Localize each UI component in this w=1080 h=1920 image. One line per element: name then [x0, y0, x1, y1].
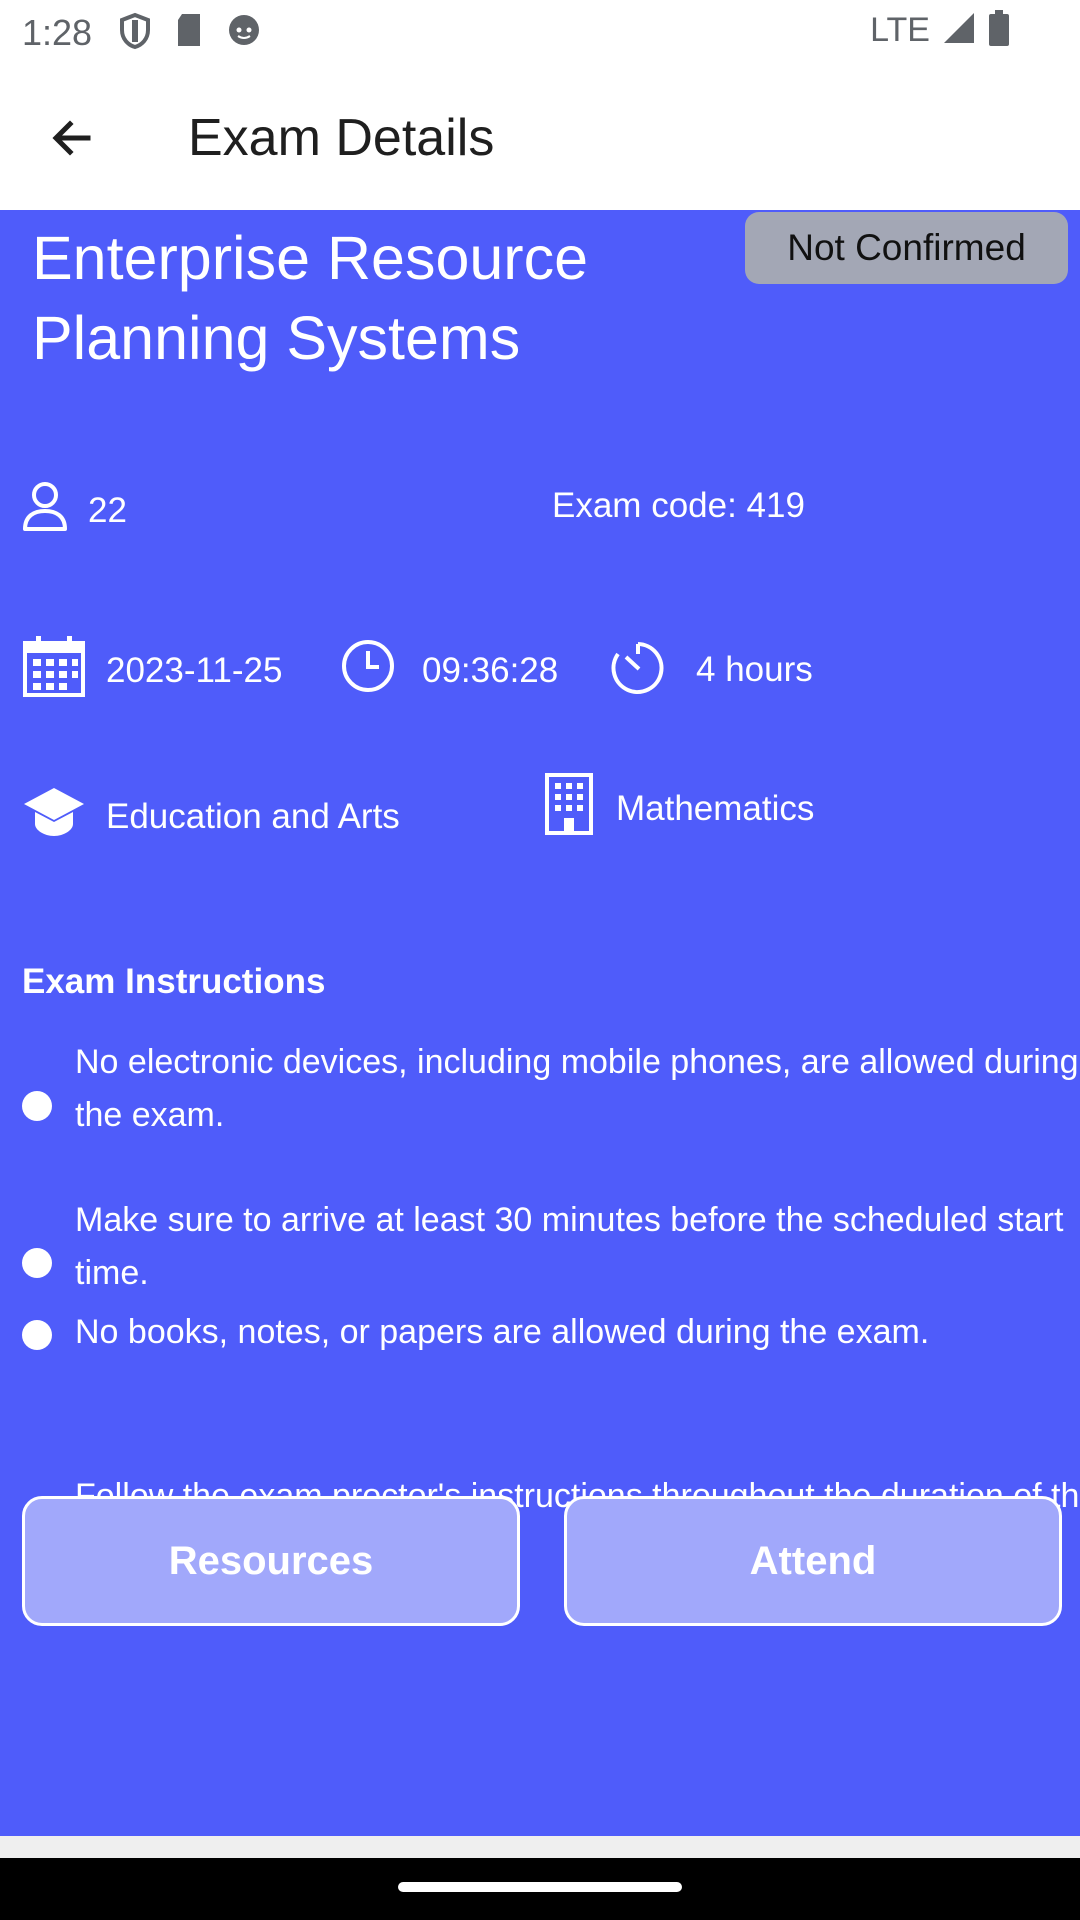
- students-count: 22: [88, 490, 127, 530]
- status-bar: 1:28 LTE: [0, 0, 1080, 64]
- android-face-icon: [226, 12, 262, 55]
- resources-button[interactable]: Resources: [22, 1496, 520, 1626]
- status-time: 1:28: [22, 12, 93, 53]
- instruction-text: No electronic devices, including mobile …: [75, 1043, 1079, 1134]
- department-name: Mathematics: [616, 788, 815, 828]
- bullet-icon: [22, 1320, 52, 1350]
- network-type: LTE: [870, 11, 930, 49]
- status-icons-left: [118, 12, 262, 55]
- instruction-text: Make sure to arrive at least 30 minutes …: [75, 1201, 1064, 1292]
- signal-icon: [942, 11, 976, 50]
- time-info: 09:36:28: [340, 638, 558, 703]
- exam-code: Exam code: 419: [552, 486, 805, 526]
- arrow-back-icon: [48, 114, 96, 167]
- page-title: Exam Details: [188, 109, 495, 167]
- exam-code-text: Exam code: 419: [552, 486, 805, 525]
- status-icons-right: LTE: [870, 10, 1010, 51]
- app-bar: Exam Details: [0, 64, 1080, 210]
- attend-button[interactable]: Attend: [564, 1496, 1062, 1626]
- bullet-icon: [22, 1248, 52, 1278]
- bullet-icon: [22, 1091, 52, 1121]
- instruction-text: No books, notes, or papers are allowed d…: [75, 1313, 930, 1351]
- graduation-cap-icon: [22, 784, 86, 849]
- exam-duration: 4 hours: [696, 649, 813, 689]
- duration-info: 4 hours: [610, 636, 813, 703]
- instructions-heading: Exam Instructions: [22, 962, 326, 1001]
- home-indicator[interactable]: [398, 1882, 682, 1892]
- battery-icon: [988, 10, 1010, 51]
- date-info: 2023-11-25: [22, 634, 282, 707]
- students-info: 22: [22, 480, 127, 541]
- faculty-name: Education and Arts: [106, 796, 400, 836]
- shield-icon: [118, 12, 152, 55]
- sd-card-icon: [174, 12, 204, 55]
- department-info: Mathematics: [544, 772, 814, 845]
- back-button[interactable]: [34, 102, 110, 178]
- exam-date: 2023-11-25: [106, 650, 283, 690]
- timer-icon: [610, 636, 666, 703]
- faculty-info: Education and Arts: [22, 784, 400, 849]
- exam-time: 09:36:28: [422, 650, 559, 690]
- bottom-strip: [0, 1836, 1080, 1858]
- navigation-bar: [0, 1858, 1080, 1920]
- building-icon: [544, 772, 594, 845]
- calendar-icon: [22, 634, 86, 707]
- clock-icon: [340, 638, 396, 703]
- status-badge: Not Confirmed: [745, 212, 1068, 284]
- exam-title: Enterprise Resource Planning Systems: [32, 224, 589, 372]
- person-icon: [22, 480, 68, 541]
